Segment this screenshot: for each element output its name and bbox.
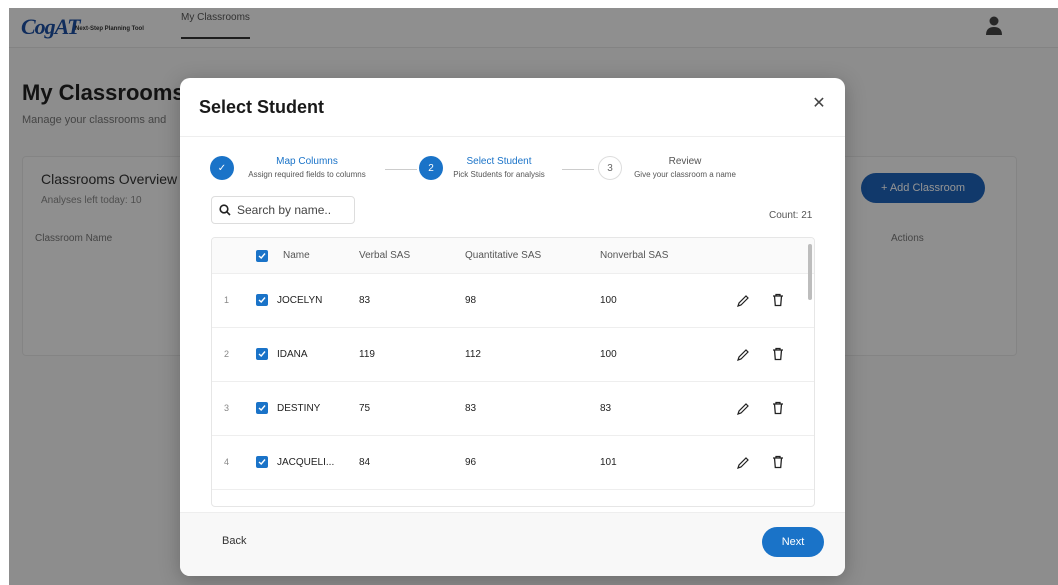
step-connector [385,169,417,170]
delete-icon[interactable] [771,293,785,307]
step-number: 2 [419,156,443,180]
header-divider [180,136,845,137]
delete-icon[interactable] [771,401,785,415]
nonverbal-sas: 100 [600,295,617,306]
check-icon [258,351,266,358]
row-checkbox[interactable] [256,456,268,468]
check-icon [258,405,266,412]
close-icon[interactable]: ✕ [810,94,828,112]
check-icon [258,253,266,260]
select-all-checkbox[interactable] [256,250,268,262]
row-checkbox[interactable] [256,348,268,360]
row-index: 1 [224,295,230,305]
row-index: 3 [224,403,230,413]
student-name: DESTINY [277,403,321,414]
app-frame: CogAT Next-Step Planning Tool My Classro… [9,8,1058,585]
modal-title: Select Student [199,97,325,117]
edit-icon[interactable] [736,456,750,470]
check-icon: ✓ [210,156,234,180]
verbal-sas: 119 [359,349,375,360]
row-index: 2 [224,349,230,359]
column-header-name[interactable]: Name [283,250,310,261]
search-input[interactable]: Search by name.. [211,196,355,224]
student-name: JACQUELI... [277,457,335,468]
quantitative-sas: 98 [465,295,477,306]
column-header-quantitative-sas[interactable]: Quantitative SAS [465,250,541,261]
column-header-verbal-sas[interactable]: Verbal SAS [359,250,410,261]
step-title: Select Student [466,156,532,167]
step-number: 3 [598,156,622,180]
search-icon [219,204,231,216]
delete-icon[interactable] [771,347,785,361]
students-table: Name Verbal SAS Quantitative SAS Nonverb… [211,237,815,507]
row-index: 4 [224,457,230,467]
student-name: IDANA [277,349,308,360]
student-count: Count: 21 [769,210,813,221]
step-desc: Assign required fields to columns [248,170,366,179]
row-checkbox[interactable] [256,402,268,414]
table-row: 2 IDANA 119 112 100 [212,328,814,382]
verbal-sas: 84 [359,457,371,468]
step-review: 3 Review Give your classroom a name [598,156,748,186]
quantitative-sas: 112 [465,349,481,360]
step-connector [562,169,594,170]
nonverbal-sas: 83 [600,403,612,414]
modal-footer: Back Next [180,512,845,576]
delete-icon[interactable] [771,455,785,469]
next-button[interactable]: Next [762,527,824,557]
edit-icon[interactable] [736,402,750,416]
edit-icon[interactable] [736,348,750,362]
table-header: Name Verbal SAS Quantitative SAS Nonverb… [212,238,814,274]
step-title: Review [668,156,702,167]
nonverbal-sas: 100 [600,349,617,360]
select-student-modal: Select Student ✕ ✓ Map Columns Assign re… [180,78,845,576]
quantitative-sas: 96 [465,457,477,468]
row-checkbox[interactable] [256,294,268,306]
student-name: JOCELYN [277,295,323,306]
back-button[interactable]: Back [222,535,246,547]
step-title: Map Columns [276,156,338,167]
verbal-sas: 83 [359,295,371,306]
step-desc: Give your classroom a name [634,170,736,179]
check-icon [258,297,266,304]
table-row: 3 DESTINY 75 83 83 [212,382,814,436]
edit-icon[interactable] [736,294,750,308]
search-placeholder: Search by name.. [237,203,332,217]
quantitative-sas: 83 [465,403,477,414]
nonverbal-sas: 101 [600,457,617,468]
table-row: 4 JACQUELI... 84 96 101 [212,436,814,490]
step-map-columns: ✓ Map Columns Assign required fields to … [210,156,380,186]
step-select-student: 2 Select Student Pick Students for analy… [419,156,559,186]
step-desc: Pick Students for analysis [453,170,545,179]
check-icon [258,459,266,466]
verbal-sas: 75 [359,403,371,414]
table-row: 1 JOCELYN 83 98 100 [212,274,814,328]
column-header-nonverbal-sas[interactable]: Nonverbal SAS [600,250,668,261]
table-scrollbar[interactable] [808,244,812,300]
